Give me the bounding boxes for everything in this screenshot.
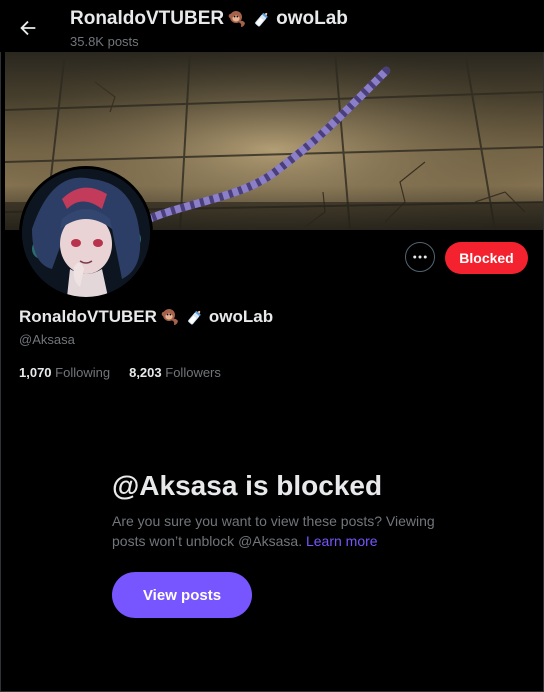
learn-more-link[interactable]: Learn more (306, 533, 378, 549)
followers-link[interactable]: 8,203 Followers (129, 365, 221, 380)
profile-avatar[interactable] (19, 166, 153, 300)
header-title-suffix: owoLab (276, 8, 348, 29)
avatar-illustration (22, 169, 150, 297)
header-title: RonaldoVTUBER owoLab (70, 8, 348, 30)
more-horizontal-icon (413, 255, 427, 259)
blocked-notice-description: Are you sure you want to view these post… (112, 511, 442, 551)
profile-handle: @Aksasa (19, 332, 75, 347)
display-name-suffix: owoLab (208, 307, 274, 326)
baby-bottle-emoji-icon (255, 12, 268, 27)
profile-header: RonaldoVTUBER owoLab 35.8K posts (0, 0, 544, 52)
blocked-description-text: Are you sure you want to view these post… (112, 513, 435, 549)
following-label: Following (55, 365, 111, 380)
header-title-name: RonaldoVTUBER (70, 8, 225, 29)
view-posts-button[interactable]: View posts (112, 572, 252, 618)
monkey-emoji-icon (228, 11, 246, 27)
back-arrow-icon[interactable] (17, 17, 39, 39)
blocked-button[interactable]: Blocked (445, 242, 528, 274)
header-title-block: RonaldoVTUBER owoLab 35.8K posts (70, 8, 348, 49)
display-name-text: RonaldoVTUBER (19, 307, 157, 326)
posts-count: 35.8K posts (70, 34, 139, 49)
followers-label: Followers (165, 365, 221, 380)
more-options-button[interactable] (405, 242, 435, 272)
following-link[interactable]: 1,070 Following (19, 365, 110, 380)
monkey-emoji-icon (161, 309, 178, 325)
baby-bottle-emoji-icon (188, 310, 201, 325)
profile-display-name: RonaldoVTUBER owoLab (19, 307, 273, 327)
followers-count: 8,203 (129, 365, 162, 380)
following-count: 1,070 (19, 365, 52, 380)
follow-stats: 1,070 Following 8,203 Followers (19, 365, 221, 380)
blocked-notice-title: @Aksasa is blocked (112, 470, 383, 501)
